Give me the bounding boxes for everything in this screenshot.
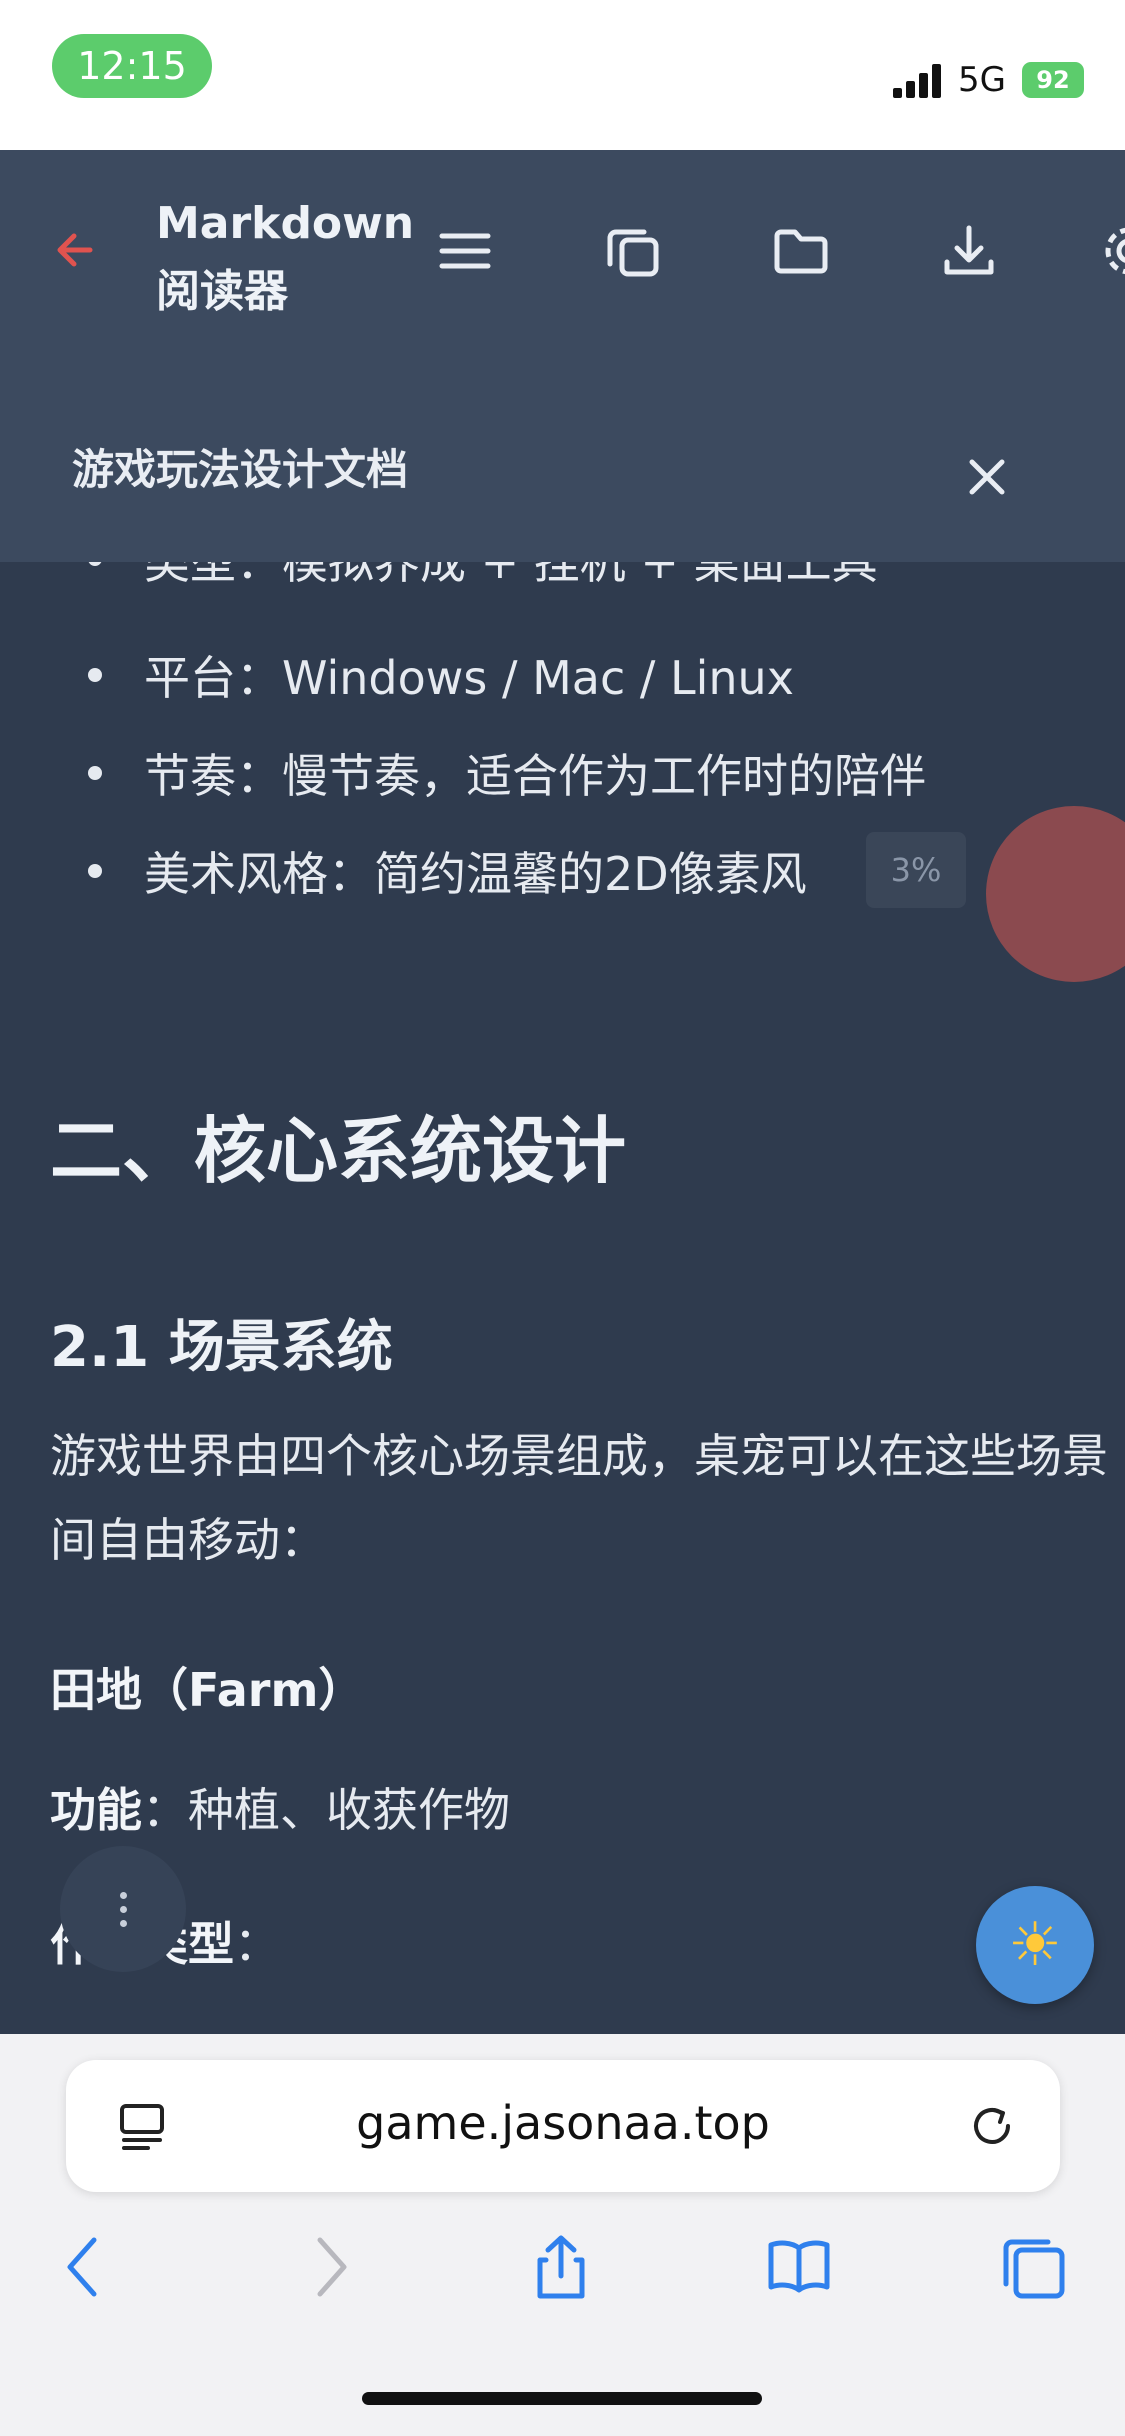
list-item: 类型：模拟养成 + 挂机 + 桌面工具 <box>88 562 878 592</box>
share-icon[interactable] <box>526 2232 596 2302</box>
battery-icon: 92 <box>1022 62 1084 98</box>
settings-icon[interactable] <box>1100 222 1125 280</box>
close-icon[interactable] <box>962 452 1012 502</box>
function-line: 功能：种植、收获作物 <box>50 1783 510 1837</box>
more-menu-button[interactable] <box>60 1846 186 1972</box>
home-indicator <box>362 2392 762 2405</box>
folder-icon[interactable] <box>772 222 830 280</box>
floating-action-button[interactable] <box>986 806 1125 982</box>
app-title: Markdown 阅读器 <box>156 198 415 317</box>
paragraph-line: 间自由移动： <box>50 1513 326 1567</box>
section-heading: 二、核心系统设计 <box>50 1109 627 1193</box>
back-icon[interactable] <box>52 2232 122 2302</box>
download-icon[interactable] <box>940 222 998 280</box>
subsection-heading: 2.1 场景系统 <box>50 1315 393 1380</box>
address-bar[interactable]: game.jasonaa.top <box>66 2060 1060 2192</box>
list-item: 平台：Windows / Mac / Linux <box>88 642 794 708</box>
sun-icon[interactable]: ☀ <box>976 1886 1094 2004</box>
network-type: 5G <box>958 60 1006 100</box>
back-arrow-icon[interactable] <box>50 222 106 278</box>
bookmarks-icon[interactable] <box>764 2232 834 2302</box>
battery-level: 92 <box>1036 66 1070 94</box>
farm-heading: 田地（Farm） <box>50 1663 365 1717</box>
document-title: 游戏玩法设计文档 <box>72 445 409 494</box>
status-bar: 12:15 5G 92 <box>0 0 1125 150</box>
tabs-icon[interactable] <box>998 2232 1068 2302</box>
status-time: 12:15 <box>52 34 212 98</box>
forward-icon[interactable] <box>294 2232 364 2302</box>
paragraph: 游戏世界由四个核心场景组成，桌宠可以在这些场景 间自由移动： <box>50 1414 1125 1582</box>
markdown-content[interactable]: 类型：模拟养成 + 挂机 + 桌面工具 平台：Windows / Mac / L… <box>0 562 1125 2034</box>
document-title-bar: 游戏玩法设计文档 <box>0 410 1125 550</box>
list-item: 美术风格：简约温馨的2D像素风 <box>88 838 807 904</box>
menu-icon[interactable] <box>436 222 494 280</box>
url-text[interactable]: game.jasonaa.top <box>66 2096 1060 2150</box>
signal-icon <box>893 62 943 98</box>
copy-icon[interactable] <box>604 222 662 280</box>
browser-toolbar: game.jasonaa.top <box>0 2034 1125 2436</box>
reading-progress-badge: 3% <box>866 832 966 908</box>
reload-icon[interactable] <box>964 2098 1020 2154</box>
paragraph-line: 游戏世界由四个核心场景组成，桌宠可以在这些场景 <box>50 1429 1108 1483</box>
list-item: 节奏：慢节奏，适合作为工作时的陪伴 <box>88 740 926 806</box>
app-header: Markdown 阅读器 游戏玩法设计文档 <box>0 150 1125 562</box>
